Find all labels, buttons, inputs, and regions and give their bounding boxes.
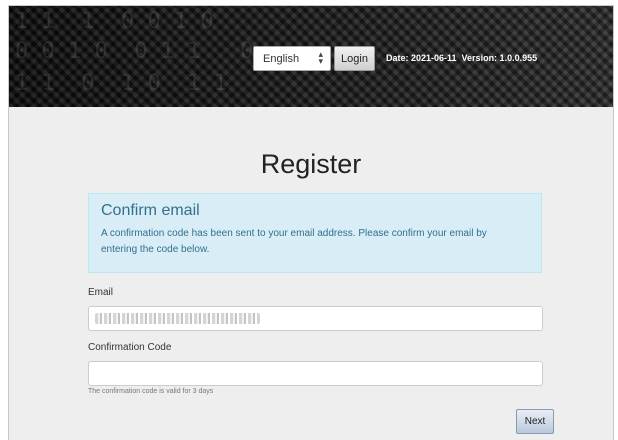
binary-decoration: 1 1 1 0 0 1 0 — [15, 9, 214, 34]
confirmation-code-field[interactable] — [88, 361, 543, 386]
confirmation-code-help: The confirmation code is valid for 3 day… — [88, 388, 214, 395]
app-frame: 1 1 1 0 0 1 0 0 0 1 0 0 1 1 0 1 1 0 1 0 … — [8, 5, 614, 440]
email-field[interactable] — [88, 306, 543, 331]
confirm-email-alert: Confirm email A confirmation code has be… — [88, 193, 542, 273]
alert-heading: Confirm email — [101, 202, 200, 219]
confirmation-code-label: Confirmation Code — [88, 342, 172, 353]
login-button[interactable]: Login — [334, 46, 375, 71]
email-value-redacted — [95, 313, 260, 324]
date-text: Date: 2021-06-11 — [386, 53, 457, 63]
language-select[interactable]: English ▴ ▾ — [253, 46, 331, 71]
next-button[interactable]: Next — [516, 409, 554, 434]
binary-decoration: 0 0 1 0 0 1 1 0 — [15, 39, 254, 64]
version-text: Version: 1.0.0.955 — [461, 53, 538, 63]
email-label: Email — [88, 287, 114, 298]
alert-message: A confirmation code has been sent to you… — [101, 228, 487, 255]
select-arrows-icon: ▴ ▾ — [318, 49, 323, 66]
header-banner: 1 1 1 0 0 1 0 0 0 1 0 0 1 1 0 1 1 0 1 0 … — [9, 6, 613, 107]
binary-decoration: 1 1 0 1 0 1 1 — [15, 71, 227, 96]
build-info: Date: 2021-06-11 Version: 1.0.0.955 — [386, 53, 537, 63]
page-title: Register — [260, 149, 362, 179]
language-select-value: English — [263, 52, 300, 65]
